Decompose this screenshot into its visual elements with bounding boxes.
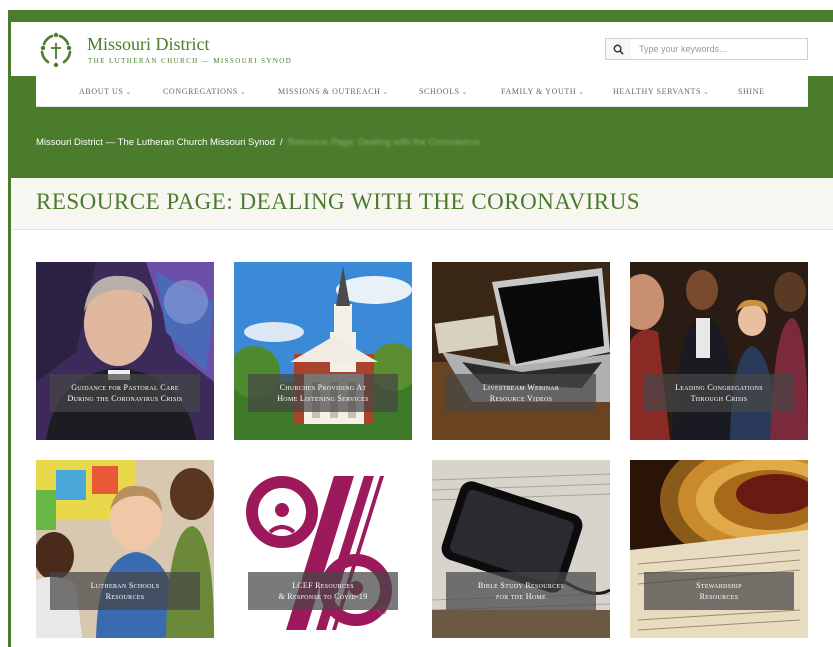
card-caption-line: Resources (699, 592, 739, 601)
church-photo (234, 262, 412, 440)
breadcrumb: Missouri District — The Lutheran Church … (36, 137, 480, 148)
brand-subtitle: THE LUTHERAN CHURCH — MISSOURI SYNOD (88, 57, 293, 65)
nav-label: FAMILY & YOUTH (501, 87, 577, 96)
card-caption-line: Livestream Webinar (482, 383, 560, 392)
nav-label: ABOUT US (79, 87, 124, 96)
nav-label: CONGREGATIONS (163, 87, 238, 96)
offering-plate-photo (630, 460, 808, 638)
card-caption-line: Lutheran Schools (90, 581, 160, 590)
chevron-down-icon: ⌄ (382, 87, 389, 96)
card-pastoral-care[interactable]: Guidance for Pastoral Care During the Co… (36, 262, 214, 440)
search-icon (613, 44, 624, 55)
card-caption: Leading Congregations Through Crisis (644, 374, 794, 412)
nav-label: HEALTHY SERVANTS (613, 87, 702, 96)
chevron-down-icon: ⌄ (578, 87, 585, 96)
card-caption: Stewardship Resources (644, 572, 794, 610)
page-title: RESOURCE PAGE: DEALING WITH THE CORONAVI… (36, 189, 640, 214)
card-caption-line: LCEF Resources (292, 581, 354, 590)
card-stewardship[interactable]: Stewardship Resources (630, 460, 808, 638)
nav-healthy-servants[interactable]: HEALTHY SERVANTS ⌄ (613, 76, 709, 107)
card-caption-line: Stewardship (696, 581, 742, 590)
chevron-down-icon: ⌄ (239, 87, 247, 96)
card-caption-line: Home Listening Services (277, 394, 369, 403)
laptop-photo (432, 262, 610, 440)
card-caption: Bible Study Resources for the Home (446, 572, 596, 610)
card-caption: Lutheran Schools Resources (50, 572, 200, 610)
search-button[interactable] (605, 38, 632, 60)
card-caption-line: During the Coronavirus Crisis (67, 394, 183, 403)
brand-name[interactable]: Missouri District (87, 34, 210, 55)
pastor-photo (36, 262, 214, 440)
search-input[interactable] (631, 38, 808, 60)
chevron-down-icon: ⌄ (125, 87, 132, 96)
lcef-logo-icon (234, 460, 412, 638)
chevron-down-icon: ⌄ (461, 87, 469, 96)
card-caption-line: Guidance for Pastoral Care (71, 383, 179, 392)
card-caption-line: Resources (105, 592, 145, 601)
card-caption-line: Churches Providing At (279, 383, 367, 392)
nav-schools[interactable]: SCHOOLS ⌄ (419, 76, 468, 107)
card-caption: Guidance for Pastoral Care During the Co… (50, 374, 200, 412)
nav-congregations[interactable]: CONGREGATIONS ⌄ (163, 76, 246, 107)
breadcrumb-current: Resource Page: Dealing with the Coronavi… (287, 137, 480, 148)
nav-label: MISSIONS & OUTREACH (278, 87, 381, 96)
card-livestream-webinar[interactable]: Livestream Webinar Resource Videos (432, 262, 610, 440)
card-caption: LCEF Resources & Response to Covid-19 (248, 572, 398, 610)
card-listening-services[interactable]: Churches Providing At Home Listening Ser… (234, 262, 412, 440)
card-caption: Livestream Webinar Resource Videos (446, 374, 596, 412)
nav-about-us[interactable]: ABOUT US ⌄ (79, 76, 132, 107)
card-caption-line: Through Crisis (690, 394, 748, 403)
card-caption-line: for the Home (495, 592, 547, 601)
congregation-photo (630, 262, 808, 440)
breadcrumb-separator: / (280, 137, 283, 148)
nav-label: SCHOOLS (419, 87, 460, 96)
nav-family-youth[interactable]: FAMILY & YOUTH ⌄ (501, 76, 585, 107)
card-lcef-resources[interactable]: LCEF Resources & Response to Covid-19 (234, 460, 412, 638)
breadcrumb-home-link[interactable]: Missouri District — The Lutheran Church … (36, 137, 275, 148)
card-leading-congregations[interactable]: Leading Congregations Through Crisis (630, 262, 808, 440)
left-border (8, 10, 11, 647)
nav-missions-outreach[interactable]: MISSIONS & OUTREACH ⌄ (278, 76, 389, 107)
card-caption-line: Resource Videos (489, 394, 553, 403)
main-nav: ABOUT US ⌄ CONGREGATIONS ⌄ MISSIONS & OUTR… (36, 76, 808, 107)
bible-phone-photo (432, 460, 610, 638)
card-caption-line: Leading Congregations (675, 383, 763, 392)
nav-label: SHINE (738, 87, 765, 96)
nav-shine[interactable]: SHINE (738, 76, 765, 107)
chevron-down-icon: ⌄ (703, 87, 710, 96)
students-photo (36, 460, 214, 638)
card-caption: Churches Providing At Home Listening Ser… (248, 374, 398, 412)
card-caption-line: Bible Study Resources (477, 581, 565, 590)
missouri-district-logo-icon[interactable] (36, 30, 76, 70)
card-lutheran-schools[interactable]: Lutheran Schools Resources (36, 460, 214, 638)
card-caption-line: & Response to Covid-19 (278, 592, 368, 601)
card-bible-study[interactable]: Bible Study Resources for the Home (432, 460, 610, 638)
